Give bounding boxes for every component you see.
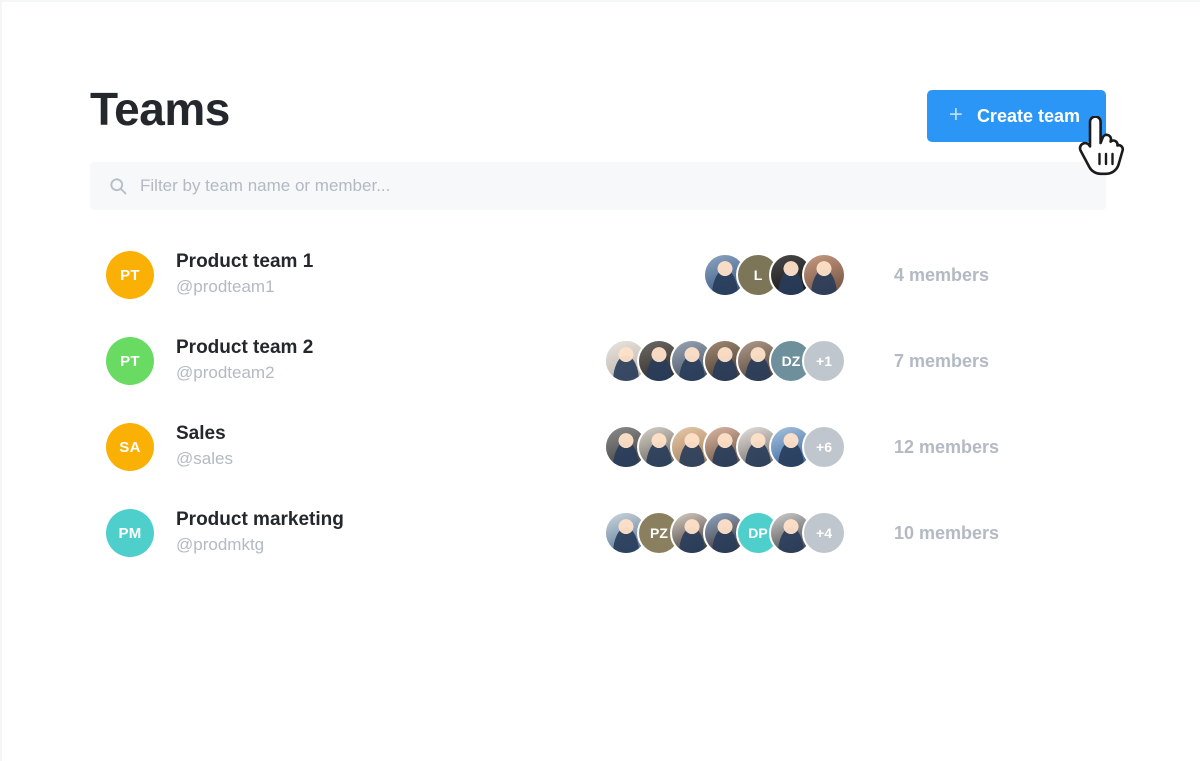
page-header: Teams + Create team <box>90 2 1106 162</box>
member-overflow-badge[interactable]: +4 <box>802 511 846 555</box>
member-avatar-stack[interactable]: DZ +1 <box>604 339 846 383</box>
team-name: Product team 1 <box>176 251 314 273</box>
member-avatar[interactable] <box>802 253 846 297</box>
team-row[interactable]: PM Product marketing @prodmktg PZ DP +4 10 mem… <box>90 490 1106 576</box>
team-avatar: PM <box>106 509 154 557</box>
member-avatar-stack[interactable]: L <box>646 253 846 297</box>
member-count-label: 7 members <box>894 350 990 371</box>
member-count-label: 4 members <box>894 264 990 285</box>
team-avatar: PT <box>106 251 154 299</box>
search-input[interactable] <box>140 176 1088 196</box>
team-handle: @prodteam2 <box>176 363 275 383</box>
team-handle: @prodmktg <box>176 535 265 555</box>
team-filter-bar[interactable] <box>90 162 1106 210</box>
team-name: Sales <box>176 423 226 445</box>
team-row[interactable]: PT Product team 2 @prodteam2 DZ +1 7 members <box>90 318 1106 404</box>
member-count-label: 12 members <box>894 436 1000 457</box>
team-info: Product team 1 @prodteam1 <box>176 250 646 299</box>
team-info: Product marketing @prodmktg <box>176 508 646 557</box>
page-content: Teams + Create team PT Product team 1 @pro… <box>90 2 1106 576</box>
member-overflow-badge[interactable]: +1 <box>802 339 846 383</box>
team-handle: @sales <box>176 449 233 469</box>
member-count-label: 10 members <box>894 522 1000 543</box>
create-team-label: Create team <box>976 105 1080 126</box>
member-avatar-stack[interactable]: PZ DP +4 <box>604 511 846 555</box>
team-handle: @prodteam1 <box>176 277 275 297</box>
team-info: Product team 2 @prodteam2 <box>176 336 646 385</box>
team-info: Sales @sales <box>176 422 646 471</box>
team-name: Product team 2 <box>176 337 314 359</box>
page-shell: Teams + Create team PT Product team 1 @pro… <box>0 0 1200 761</box>
member-avatar-stack[interactable]: +6 <box>604 425 846 469</box>
team-list: PT Product team 1 @prodteam1 L 4 members PT Pr… <box>90 232 1106 576</box>
team-avatar: SA <box>106 423 154 471</box>
team-row[interactable]: PT Product team 1 @prodteam1 L 4 members <box>90 232 1106 318</box>
team-name: Product marketing <box>176 509 344 531</box>
page-title: Teams <box>90 83 230 135</box>
member-overflow-badge[interactable]: +6 <box>802 425 846 469</box>
search-icon <box>110 178 127 195</box>
create-team-button[interactable]: + Create team <box>926 90 1106 142</box>
team-avatar: PT <box>106 337 154 385</box>
plus-icon: + <box>948 101 963 128</box>
team-row[interactable]: SA Sales @sales +6 12 members <box>90 404 1106 490</box>
